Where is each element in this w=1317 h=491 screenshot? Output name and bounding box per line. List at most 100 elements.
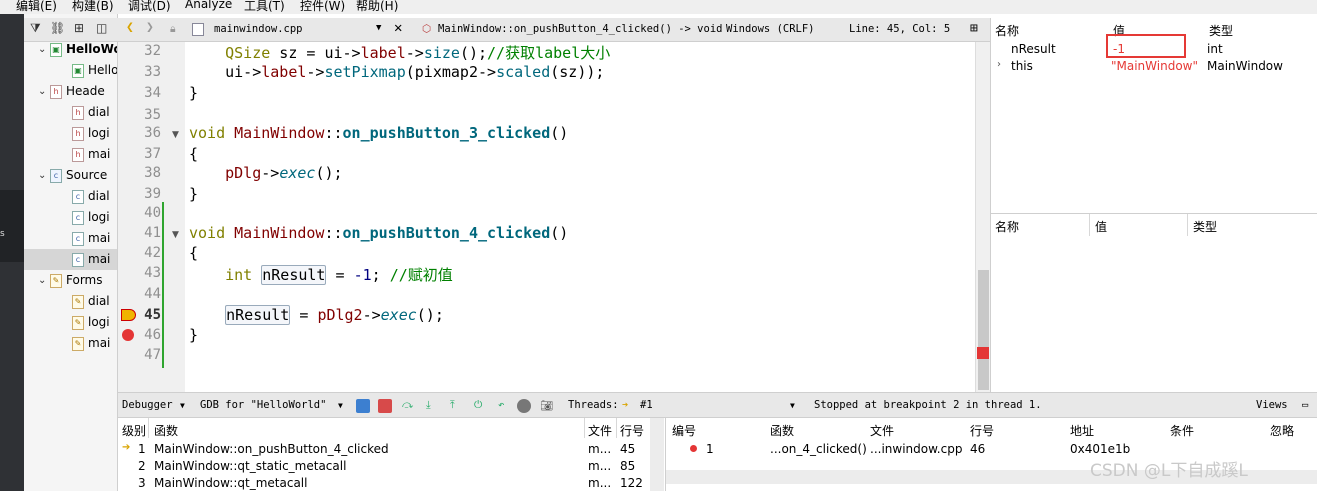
bp-row-address[interactable]: 0x401e1b [1070, 442, 1130, 456]
code-editor[interactable]: QSize sz = ui->label->size();//获取label大小… [185, 42, 975, 392]
expand-arrow-icon[interactable]: ⌄ [38, 39, 46, 60]
debugger-combo[interactable]: Debugger [122, 399, 173, 411]
editor-scrollbar[interactable] [975, 42, 990, 392]
chevron-down-icon[interactable]: ▼ [338, 401, 343, 410]
menu-tools[interactable]: 工具(T) [244, 0, 285, 14]
panel-icon[interactable]: ▭ [1302, 399, 1308, 411]
chevron-down-icon[interactable]: ▼ [180, 401, 185, 410]
project-tree-item[interactable]: h dial [24, 102, 117, 123]
code-line[interactable]: int nResult = -1; //赋初值 [189, 264, 453, 285]
split-add-icon[interactable]: ⊞ [74, 21, 84, 35]
chevron-down-icon[interactable]: ▼ [790, 401, 795, 410]
menu-build[interactable]: 构建(B) [72, 0, 114, 14]
project-tree-item[interactable]: c dial [24, 186, 117, 207]
bp-header-line[interactable]: 行号 [970, 422, 994, 439]
chevron-down-icon[interactable]: ▼ [376, 23, 381, 33]
menu-help[interactable]: 帮助(H) [356, 0, 398, 14]
bp-header-condition[interactable]: 条件 [1170, 422, 1194, 439]
restart-icon[interactable]: ⏻ [474, 399, 482, 412]
split-icon[interactable]: ⊞ [970, 21, 978, 36]
locals-header-name[interactable]: 名称 [995, 22, 1019, 39]
locals-header-type[interactable]: 类型 [1209, 22, 1233, 39]
fold-marker-icon[interactable]: ▼ [172, 230, 179, 240]
menu-edit[interactable]: 编辑(E) [16, 0, 57, 14]
filter-icon[interactable]: ⧩ [30, 21, 41, 36]
locals-row-value[interactable]: "MainWindow" [1111, 59, 1198, 73]
project-tree-item[interactable]: ✎ logi [24, 312, 117, 333]
bp-header-number[interactable]: 编号 [672, 422, 696, 439]
stack-row-function[interactable]: MainWindow::qt_metacall [154, 476, 307, 490]
code-line[interactable]: pDlg->exec(); [189, 164, 342, 182]
bp-header-ignore[interactable]: 忽略 [1270, 422, 1294, 439]
stack-row-level[interactable]: 1 [138, 442, 146, 456]
stack-row-level[interactable]: 3 [138, 476, 146, 490]
reverse-icon[interactable]: ↶ [498, 399, 504, 411]
stack-row-line[interactable]: 45 [620, 442, 635, 456]
views-button[interactable]: Views [1256, 399, 1288, 411]
stack-row-line[interactable]: 85 [620, 459, 635, 473]
stack-row-function[interactable]: MainWindow::qt_static_metacall [154, 459, 346, 473]
expand-arrow-icon[interactable]: ⌄ [38, 270, 46, 291]
code-line[interactable]: { [189, 145, 198, 163]
project-tree-item[interactable]: c logi [24, 207, 117, 228]
line-number[interactable]: 33 [121, 64, 161, 80]
line-number[interactable]: 35 [121, 107, 161, 123]
stack-scrollbar[interactable] [650, 418, 664, 491]
line-number[interactable]: 44 [121, 286, 161, 302]
column-divider[interactable] [1089, 214, 1090, 236]
function-combo[interactable]: MainWindow::on_pushButton_4_clicked() ->… [438, 23, 722, 35]
line-number[interactable]: 40 [121, 205, 161, 221]
step-out-icon[interactable]: ⤒ [450, 399, 455, 412]
link-icon[interactable]: ⛓ [50, 21, 65, 35]
code-line[interactable]: { [189, 244, 198, 262]
bp-header-function[interactable]: 函数 [770, 422, 794, 439]
project-tree-item[interactable]: ⌄ ✎ Forms [24, 270, 117, 291]
watch-header-value[interactable]: 值 [1095, 218, 1107, 235]
bp-row-line[interactable]: 46 [970, 442, 985, 456]
stack-row-file[interactable]: m... [588, 476, 611, 490]
bp-row-file[interactable]: ...inwindow.cpp [870, 442, 962, 456]
code-line[interactable]: ui->label->setPixmap(pixmap2->scaled(sz)… [189, 63, 604, 81]
thread-combo[interactable]: #1 [640, 399, 653, 411]
line-number[interactable]: 32 [121, 43, 161, 59]
open-file-combo[interactable]: mainwindow.cpp [214, 23, 303, 35]
bp-header-file[interactable]: 文件 [870, 422, 894, 439]
locals-row-name[interactable]: this [1011, 59, 1033, 73]
line-number[interactable]: 47 [121, 347, 161, 363]
line-ending-combo[interactable]: Windows (CRLF) [726, 23, 815, 35]
project-tree-item[interactable]: c mai [24, 249, 117, 270]
line-number[interactable]: 42 [121, 245, 161, 261]
line-number[interactable]: 41 [121, 225, 161, 241]
stack-row-level[interactable]: 2 [138, 459, 146, 473]
code-line[interactable]: } [189, 84, 198, 102]
line-number[interactable]: 34 [121, 85, 161, 101]
stack-header-function[interactable]: 函数 [154, 422, 178, 439]
menu-controls[interactable]: 控件(W) [300, 0, 345, 14]
lock-icon[interactable]: 🔒︎ [170, 23, 176, 36]
project-tree-item[interactable]: ✎ dial [24, 291, 117, 312]
bp-row-function[interactable]: ...on_4_clicked() [770, 442, 867, 456]
expand-arrow-icon[interactable]: ⌄ [38, 81, 46, 102]
forward-arrow-icon[interactable]: ❯ [146, 20, 154, 35]
gdb-combo[interactable]: GDB for "HelloWorld" [200, 399, 326, 411]
code-line[interactable]: void MainWindow::on_pushButton_4_clicked… [189, 224, 568, 242]
project-tree-item[interactable]: c mai [24, 228, 117, 249]
line-gutter[interactable]: 32 33 34 35 36 37 38 39 40 41 42 43 44 45 46 47 ▼ ▼ [118, 42, 185, 392]
column-divider[interactable] [1187, 214, 1188, 236]
stack-row-file[interactable]: m... [588, 442, 611, 456]
bp-header-address[interactable]: 地址 [1070, 422, 1094, 439]
back-arrow-icon[interactable]: ❮ [126, 20, 134, 35]
code-line[interactable]: QSize sz = ui->label->size();//获取label大小 [189, 42, 610, 63]
stack-row-line[interactable]: 122 [620, 476, 643, 490]
column-divider[interactable] [616, 418, 617, 438]
step-into-icon[interactable]: ⤓ [426, 399, 431, 412]
project-tree-item[interactable]: ✎ mai [24, 333, 117, 354]
stack-header-file[interactable]: 文件 [588, 422, 612, 439]
project-tree-item[interactable]: ▣ HelloW [24, 60, 117, 81]
stack-row-file[interactable]: m... [588, 459, 611, 473]
close-file-icon[interactable]: ✕ [394, 20, 402, 36]
breakpoint-icon[interactable] [122, 329, 134, 341]
stack-header-level[interactable]: 级别 [122, 422, 146, 439]
line-number[interactable]: 36 [121, 125, 161, 141]
project-tree-item[interactable]: h logi [24, 123, 117, 144]
